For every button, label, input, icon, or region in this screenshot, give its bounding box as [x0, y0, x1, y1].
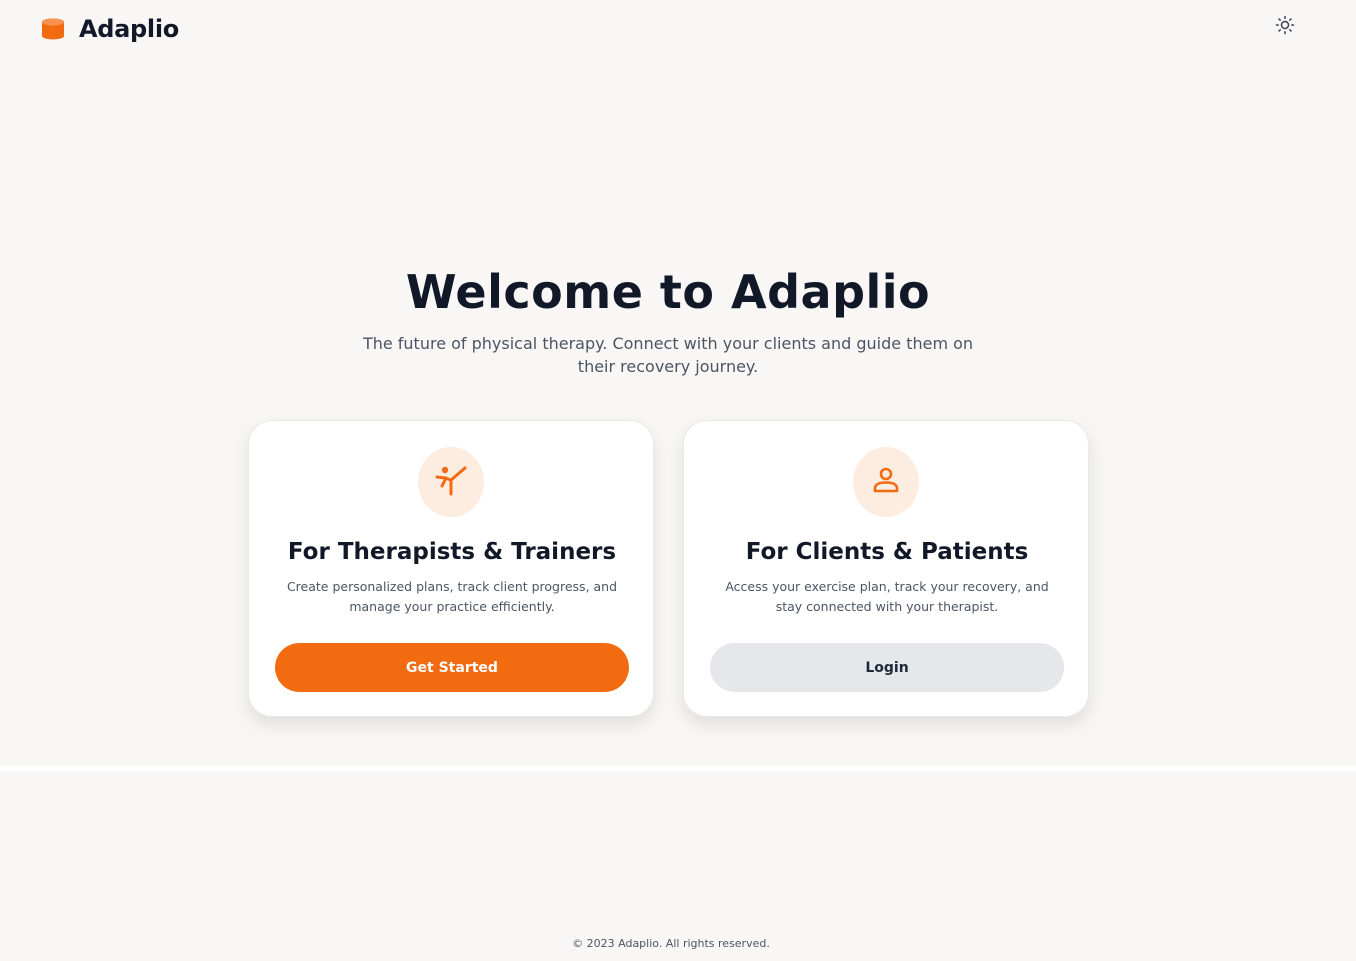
login-button[interactable]: Login [710, 643, 1064, 692]
landing-page: Adaplio Welcome to Adaplio The future of… [0, 0, 1356, 961]
brand-logo[interactable]: Adaplio [40, 16, 179, 42]
therapist-card: For Therapists & Trainers Create persona… [248, 420, 654, 717]
sun-icon [1275, 15, 1295, 39]
top-bar: Adaplio [0, 0, 1356, 58]
footer-copyright: © 2023 Adaplio. All rights reserved. [572, 937, 770, 950]
client-card: For Clients & Patients Access your exerc… [683, 420, 1089, 717]
hero-subtitle: The future of physical therapy. Connect … [362, 334, 974, 376]
brand-name: Adaplio [79, 15, 179, 43]
user-icon [870, 464, 902, 500]
theme-toggle-button[interactable] [1272, 14, 1298, 40]
client-card-title: For Clients & Patients [745, 539, 1029, 565]
page-title: Welcome to Adaplio [405, 265, 931, 319]
stretching-person-icon [432, 461, 470, 503]
client-icon-badge [853, 447, 919, 517]
therapist-card-title: For Therapists & Trainers [287, 539, 617, 565]
get-started-button[interactable]: Get Started [275, 643, 629, 692]
therapist-card-description: Create personalized plans, track client … [286, 579, 618, 614]
database-icon [40, 16, 66, 42]
client-card-description: Access your exercise plan, track your re… [725, 579, 1049, 614]
section-divider [0, 766, 1356, 771]
therapist-icon-badge [418, 447, 484, 517]
